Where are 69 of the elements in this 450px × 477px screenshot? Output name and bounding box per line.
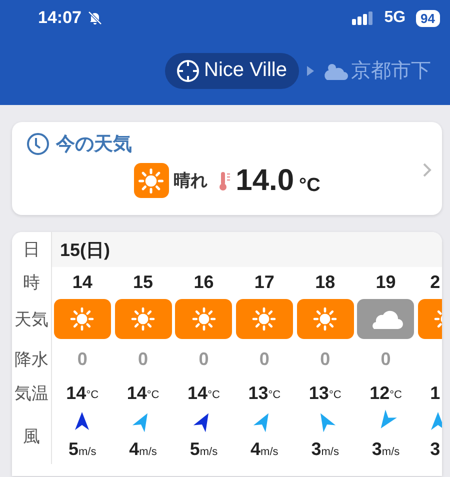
wind-unit: m/s [382,446,400,458]
cloud-icon [357,299,414,339]
temperature-unit: °C [299,174,320,196]
row-label: 時 [12,267,52,297]
current-weather-card[interactable]: 今の天気 晴れ 14.0 °C [12,122,442,215]
temperature-value: 13 [248,382,268,404]
wind-speed: 4 [250,439,261,460]
row-label: 風 [12,409,52,464]
wind-unit: m/s [139,446,157,458]
sun-icon [114,299,172,339]
temperature-unit: °C [146,389,160,401]
temperature-unit: °C [86,389,99,401]
chevron-icon [422,162,432,178]
thermometer-icon [218,170,231,192]
row-label: 天気 [12,297,52,341]
battery-level: 94 [416,10,440,26]
clock-icon [26,132,50,156]
precipitation-value: 0 [320,348,330,370]
row-label: 日 [12,232,52,267]
wind-speed: 5 [68,439,78,460]
arrow-icon [307,66,314,76]
network-label: 5G [384,9,406,27]
row-label: 降水 [12,341,52,377]
hour-label: 18 [315,272,336,292]
status-time: 14:07 [38,8,82,28]
temperature-value: 1 [430,382,440,404]
wind-unit: m/s [200,446,218,458]
temperature-unit: °C [328,389,342,401]
wind-unit: m/s [321,446,339,458]
wind-speed: 4 [129,439,140,460]
hour-label: 15 [133,272,154,292]
signal-icon [352,11,374,25]
condition-label: 晴れ [174,170,208,192]
hour-label: 19 [376,272,396,292]
sun-icon [175,299,232,339]
temperature-unit: °C [390,389,402,401]
temperature-value: 14 [66,382,86,404]
hour-label: 2 [430,272,440,292]
temperature-unit: °C [208,389,220,401]
temperature-value: 14 [188,382,208,404]
hour-label: 17 [254,272,274,292]
sun-icon [296,299,354,339]
hour-label: 16 [194,272,214,292]
crosshair-icon [175,58,201,84]
sun-icon [54,299,111,339]
temperature-value: 12 [370,382,390,404]
wind-speed: 3 [430,439,440,460]
precipitation-value: 0 [77,348,88,370]
temperature-value: 13 [308,382,329,404]
sun-icon [236,299,293,339]
location-tab[interactable]: Nice Ville [165,52,299,88]
hour-label: 14 [72,272,92,292]
wind-unit: m/s [260,446,278,458]
wind-speed: 3 [372,439,382,460]
sun-icon [134,163,169,198]
precipitation-value: 0 [380,348,391,370]
date-header: 15(日) [52,232,442,267]
precipitation-value: 0 [138,348,148,370]
wind-unit: m/s [78,446,96,458]
precipitation-value: 0 [259,348,270,370]
row-label: 気温 [12,377,52,409]
muted-bell-icon [87,10,104,26]
temperature-value: 14.0 [236,164,294,198]
temperature-value: 14 [126,382,147,404]
wind-speed: 3 [311,439,322,460]
wind-speed: 5 [190,439,200,460]
precipitation-value: 0 [198,348,209,370]
temperature-unit: °C [268,389,281,401]
card-title: 今の天気 [56,133,132,157]
